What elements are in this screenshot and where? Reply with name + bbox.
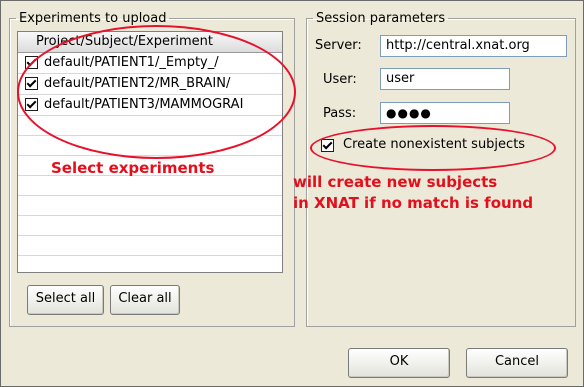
experiments-highlight [17,25,296,159]
pass-label: Pass: [323,106,357,121]
empty-row [18,236,282,256]
select-experiments-note: Select experiments [51,159,215,177]
server-label: Server: [315,38,362,53]
empty-row [18,256,282,272]
create-subjects-highlight [310,125,556,171]
experiments-legend: Experiments to upload [19,11,167,26]
upload-dialog: Experiments to upload Project/Subject/Ex… [0,0,584,387]
empty-row [18,196,282,216]
password-input[interactable]: ●●●● [380,102,510,124]
session-legend: Session parameters [316,11,446,26]
create-subjects-note-1: will create new subjects [293,173,498,191]
server-input[interactable]: http://central.xnat.org [380,35,567,57]
select-all-button[interactable]: Select all [27,285,104,315]
cancel-button[interactable]: Cancel [466,348,568,378]
clear-all-button[interactable]: Clear all [110,285,180,315]
user-input[interactable]: user [380,68,510,90]
user-label: User: [323,72,357,87]
empty-row [18,216,282,236]
empty-row [18,176,282,196]
ok-button[interactable]: OK [348,348,450,378]
create-subjects-note-2: in XNAT if no match is found [293,194,534,212]
